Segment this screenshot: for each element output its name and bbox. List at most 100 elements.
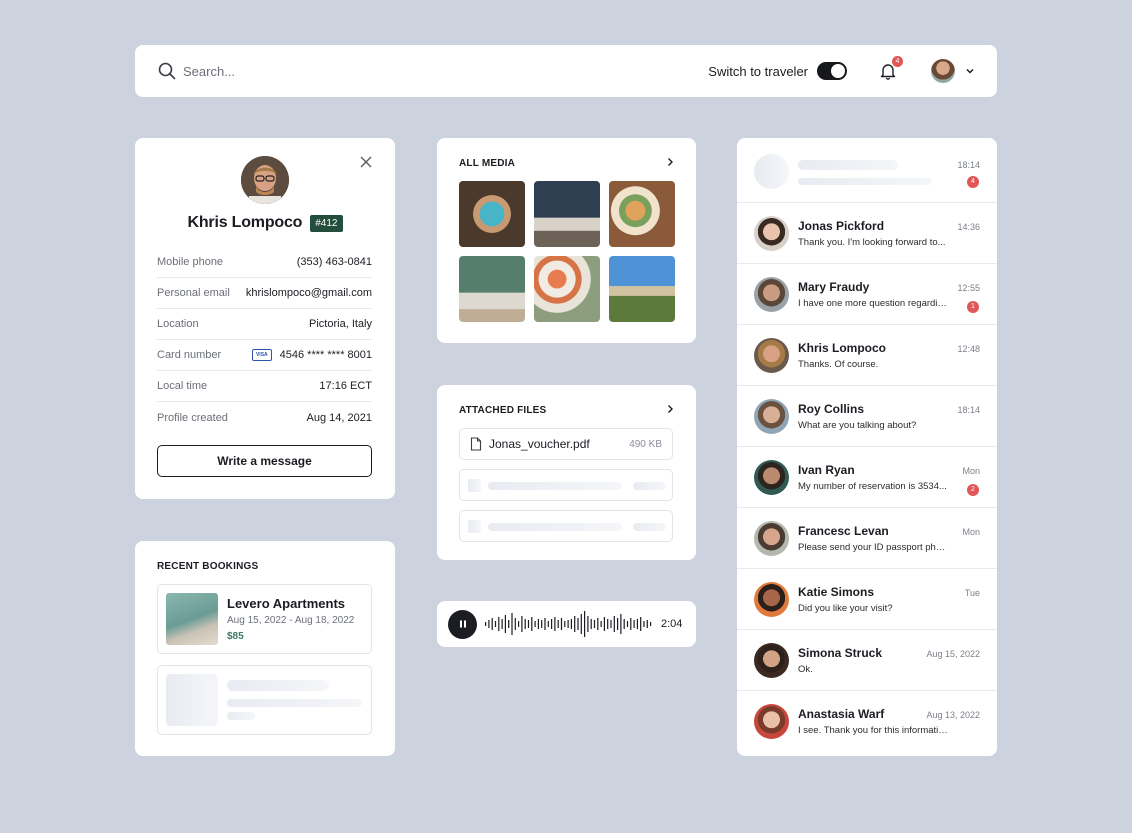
chat-time: 12:55 [957, 283, 980, 293]
voice-message-player: 2:04 [437, 601, 696, 647]
waveform-bar [534, 621, 536, 627]
waveform-bar [521, 616, 523, 632]
chat-time: 12:48 [957, 344, 980, 354]
chat-contact-name: Mary Fraudy [798, 280, 870, 294]
write-message-button[interactable]: Write a message [157, 445, 372, 477]
chat-contact-name: Anastasia Warf [798, 707, 885, 721]
search-input[interactable] [183, 63, 483, 79]
pause-icon [459, 620, 466, 628]
info-value: Pictoria, Italy [309, 318, 372, 330]
chat-avatar [754, 338, 789, 373]
audio-duration: 2:04 [661, 618, 683, 630]
chat-row[interactable]: Ivan Ryan My number of reservation is 353… [737, 447, 997, 508]
pause-button[interactable] [448, 609, 477, 639]
chat-last-message: Thanks. Of course. [798, 359, 879, 370]
close-icon[interactable] [360, 156, 372, 168]
unread-badge: 1 [967, 301, 979, 313]
media-thumbnail[interactable] [534, 181, 600, 247]
waveform-bar [636, 619, 638, 629]
chat-row[interactable]: Simona Struck Ok. Aug 15, 2022 [737, 630, 997, 691]
booking-dates: Aug 15, 2022 - Aug 18, 2022 [227, 615, 355, 626]
booking-item[interactable]: Levero Apartments Aug 15, 2022 - Aug 18,… [157, 584, 372, 654]
waveform-bar [580, 614, 582, 634]
waveform-bar [527, 620, 530, 628]
chat-last-message: Did you like your visit? [798, 603, 893, 614]
top-bar: Switch to traveler 4 [135, 45, 997, 97]
waveform-bar [485, 622, 487, 626]
chat-row[interactable]: Katie Simons Did you like your visit? Tue [737, 569, 997, 630]
waveform-bar [524, 619, 526, 629]
chat-time: 18:14 [957, 160, 980, 170]
waveform-bar [488, 620, 490, 628]
waveform-bar [531, 617, 533, 631]
chevron-down-icon[interactable] [965, 66, 975, 76]
chat-contact-name: Roy Collins [798, 402, 865, 416]
waveform-bar [567, 620, 569, 628]
chat-contact-name: Khris Lompoco [798, 341, 887, 355]
chat-avatar [754, 643, 789, 678]
media-thumbnail[interactable] [459, 181, 525, 247]
booking-title: Levero Apartments [227, 596, 345, 611]
info-value: 17:16 ECT [319, 380, 372, 392]
waveform-bar [544, 618, 546, 630]
attached-files-card: ATTACHED FILES Jonas_voucher.pdf 490 KB [437, 385, 696, 560]
chat-last-message: Thank you. I'm looking forward to... [798, 237, 946, 248]
info-label: Location [157, 318, 199, 330]
chat-row[interactable]: Jonas Pickford Thank you. I'm looking for… [737, 203, 997, 264]
notifications-button[interactable]: 4 [879, 56, 903, 80]
user-avatar[interactable] [931, 59, 955, 83]
chat-row[interactable]: Roy Collins What are you talking about? 18… [737, 386, 997, 447]
chat-row[interactable]: Francesc Levan Please send your ID passpo… [737, 508, 997, 569]
booking-thumbnail [166, 593, 218, 645]
chat-time: 18:14 [957, 405, 980, 415]
skeleton-line [798, 178, 932, 185]
media-thumbnail[interactable] [459, 256, 525, 322]
skeleton-line [488, 523, 622, 531]
chat-row[interactable]: Mary Fraudy I have one more question rega… [737, 264, 997, 325]
media-thumbnail[interactable] [534, 256, 600, 322]
waveform-bar [504, 615, 506, 633]
skeleton-line [227, 712, 255, 720]
skeleton-avatar [754, 154, 789, 189]
waveform-bar [491, 618, 493, 630]
chat-avatar [754, 277, 789, 312]
waveform-bar [514, 618, 516, 630]
waveform-bar [630, 618, 632, 630]
chat-last-message: Ok. [798, 664, 813, 675]
waveform-bar [584, 611, 586, 637]
info-label: Local time [157, 380, 208, 392]
info-label: Profile created [157, 411, 228, 424]
waveform-bar [501, 619, 503, 629]
info-label: Mobile phone [157, 256, 224, 268]
skeleton-line [633, 482, 666, 490]
waveform-bar [508, 620, 510, 628]
chat-row[interactable]: Khris Lompoco Thanks. Of course. 12:48 [737, 325, 997, 386]
skeleton-icon [468, 479, 481, 492]
profile-avatar [241, 156, 289, 204]
waveform-bar [597, 618, 599, 630]
traveler-toggle[interactable] [817, 62, 847, 80]
skeleton-thumb [166, 674, 218, 726]
audio-waveform[interactable] [485, 609, 655, 639]
chevron-right-icon[interactable] [665, 404, 675, 414]
section-title: ALL MEDIA [459, 158, 516, 169]
booking-skeleton [157, 665, 372, 735]
waveform-bar [590, 619, 592, 629]
waveform-bar [643, 621, 645, 627]
chat-last-message: My number of reservation is 3534... [798, 481, 947, 492]
skeleton-line [798, 160, 898, 170]
chevron-right-icon[interactable] [665, 157, 675, 167]
search-icon [158, 62, 176, 80]
waveform-bar [554, 617, 556, 631]
waveform-bar [537, 619, 539, 629]
skeleton-line [227, 680, 329, 691]
chat-row[interactable]: Anastasia Warf I see. Thank you for this … [737, 691, 997, 752]
waveform-bar [547, 621, 549, 627]
info-label: Personal email [157, 287, 230, 299]
profile-name-row: Khris Lompoco #412 [135, 214, 395, 232]
file-skeleton [459, 469, 673, 501]
media-thumbnail[interactable] [609, 256, 675, 322]
recent-bookings-card: RECENT BOOKINGS Levero Apartments Aug 15… [135, 541, 395, 756]
media-thumbnail[interactable] [609, 181, 675, 247]
file-item[interactable]: Jonas_voucher.pdf 490 KB [459, 428, 673, 460]
